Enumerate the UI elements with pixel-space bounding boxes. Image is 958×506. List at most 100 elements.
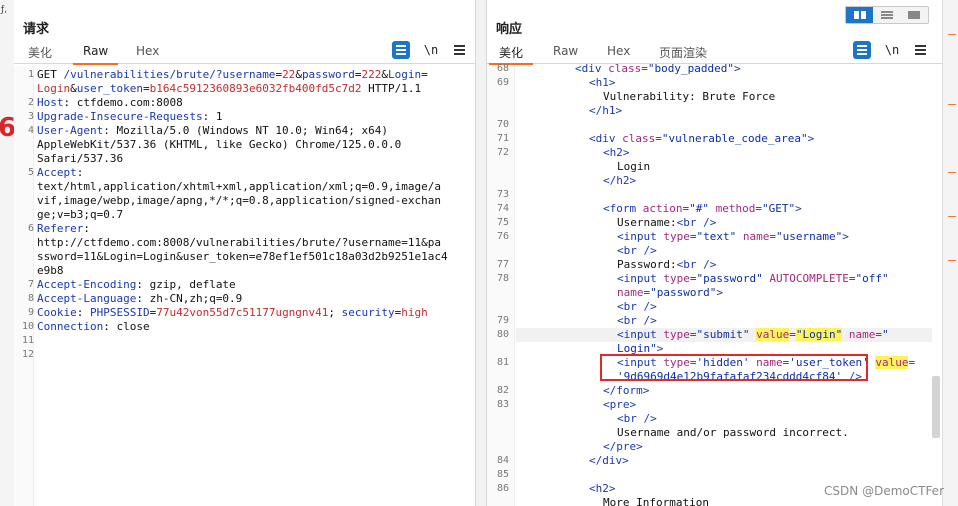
- line-number: 69: [496, 77, 509, 88]
- request-line: Upgrade-Insecure-Requests: 1: [37, 110, 473, 123]
- response-line: <br />: [617, 244, 657, 257]
- line-number: 2: [27, 97, 34, 108]
- highlight-box-user-token: [600, 354, 868, 381]
- word-wrap-icon[interactable]: [853, 41, 871, 59]
- response-token: "submit": [696, 328, 750, 341]
- line-number: 8: [27, 293, 34, 304]
- response-token: action: [642, 202, 683, 215]
- request-token: : gzip, deflate: [136, 278, 236, 291]
- request-line: http://ctfdemo.com:8008/vulnerabilities/…: [37, 236, 473, 249]
- line-number: 7: [27, 279, 34, 290]
- response-tab-pretty[interactable]: 美化: [488, 44, 534, 65]
- request-line: Safari/537.36: [37, 152, 473, 165]
- layout-switcher: [845, 6, 929, 24]
- response-line: </h1>: [589, 104, 622, 117]
- request-line: Cookie: PHPSESSID=77u42von55d7c51177ugng…: [37, 306, 473, 319]
- response-token: <h2>: [589, 482, 616, 495]
- request-token: :: [76, 306, 90, 319]
- response-token: name: [848, 328, 876, 341]
- line-number: 74: [496, 203, 509, 214]
- response-token: =: [789, 328, 796, 341]
- response-token: "username": [775, 230, 843, 243]
- request-token: : 1: [202, 110, 223, 123]
- rail-marker: [948, 104, 956, 105]
- request-token: : close: [103, 320, 150, 333]
- line-number: 68: [496, 63, 509, 74]
- line-number-gutter: [487, 66, 515, 506]
- request-token: vif,image/webp,image/apng,*/*;q=0.8,appl…: [37, 194, 441, 207]
- line-number: 81: [496, 357, 509, 368]
- response-token: =: [655, 132, 662, 145]
- request-token: :: [76, 166, 84, 179]
- response-token: "password": [696, 272, 763, 285]
- request-editor[interactable]: 1 GET /vulnerabilities/brute/?username=22…: [14, 66, 475, 506]
- response-editor[interactable]: 68 <div class="body_padded"> 69 <h1> Vulnera…: [487, 62, 942, 506]
- response-token: =: [908, 356, 916, 369]
- response-line: <form action="#" method="GET">: [603, 202, 802, 215]
- hamburger-menu-icon[interactable]: [911, 41, 929, 59]
- response-line: <div class="vulnerable_code_area">: [589, 132, 814, 145]
- request-token: Connection: [37, 320, 104, 333]
- response-token: <input: [617, 328, 664, 341]
- request-token: Accept-Encoding: [37, 278, 137, 291]
- response-token: name: [617, 286, 644, 299]
- response-tab-raw[interactable]: Raw: [553, 44, 578, 64]
- response-token: Login: [617, 160, 651, 173]
- request-token: Accept-Language: [37, 292, 137, 305]
- response-token: <div: [589, 132, 623, 145]
- layout-rows-icon[interactable]: [873, 7, 900, 23]
- request-tab-hex[interactable]: Hex: [136, 44, 159, 64]
- watermark: CSDN @DemoCTFer: [824, 484, 944, 498]
- response-token: More Information: [603, 496, 709, 506]
- hamburger-menu-icon[interactable]: [450, 41, 468, 59]
- newline-toggle-icon[interactable]: \n: [883, 41, 901, 59]
- request-tab-raw[interactable]: Raw: [72, 44, 119, 65]
- response-token: ": [881, 328, 889, 341]
- vertical-scrollbar[interactable]: [932, 376, 940, 438]
- request-token: User-Agent: [37, 124, 104, 137]
- response-line: <input type="submit" value="Login" name=…: [617, 328, 889, 341]
- line-number: 4: [27, 125, 34, 136]
- request-token: &: [295, 68, 302, 81]
- response-token: "off": [855, 272, 889, 285]
- request-token: high: [401, 306, 428, 319]
- pane-splitter[interactable]: [476, 0, 486, 506]
- request-token: 222: [361, 68, 382, 81]
- response-line: <h1>: [589, 76, 616, 89]
- word-wrap-icon[interactable]: [392, 41, 410, 59]
- layout-single-icon[interactable]: [901, 7, 928, 23]
- request-token: http://ctfdemo.com:8008/vulnerabilities/…: [37, 236, 441, 249]
- response-line: <br />: [617, 314, 657, 327]
- response-token: =: [875, 328, 882, 341]
- inspector-rail[interactable]: [942, 0, 958, 506]
- response-token: "password": [650, 286, 717, 299]
- response-token: type: [663, 328, 690, 341]
- response-tab-render[interactable]: 页面渲染: [659, 44, 707, 64]
- newline-toggle-icon[interactable]: \n: [422, 41, 440, 59]
- request-pane-title: 请求: [23, 22, 50, 37]
- response-token: =: [755, 202, 762, 215]
- response-tab-hex[interactable]: Hex: [607, 44, 630, 64]
- line-number: 79: [496, 315, 509, 326]
- response-token: <br />: [676, 258, 717, 271]
- request-token: Accept: [37, 166, 77, 179]
- request-line: e9b8: [37, 264, 473, 277]
- request-token: Host: [37, 96, 64, 109]
- line-number: 78: [496, 273, 509, 284]
- response-line: <h2>: [589, 482, 616, 495]
- response-token: "text": [696, 230, 737, 243]
- request-tab-pretty[interactable]: 美化: [28, 44, 52, 64]
- response-line: Login: [617, 160, 650, 173]
- response-line: name="password">: [617, 286, 723, 299]
- request-line: vif,image/webp,image/apng,*/*;q=0.8,appl…: [37, 194, 473, 207]
- response-token: Vulnerability: Brute Force: [603, 90, 776, 103]
- line-number: 73: [496, 189, 509, 200]
- background-window-strip: ƒ, 6: [0, 0, 14, 506]
- response-token: type: [663, 230, 690, 243]
- layout-columns-icon[interactable]: [846, 7, 874, 23]
- response-token: value: [756, 328, 790, 341]
- line-number: 70: [496, 119, 509, 130]
- line-number: 10: [21, 321, 34, 332]
- rail-marker: [948, 34, 956, 35]
- line-number: 86: [496, 483, 509, 494]
